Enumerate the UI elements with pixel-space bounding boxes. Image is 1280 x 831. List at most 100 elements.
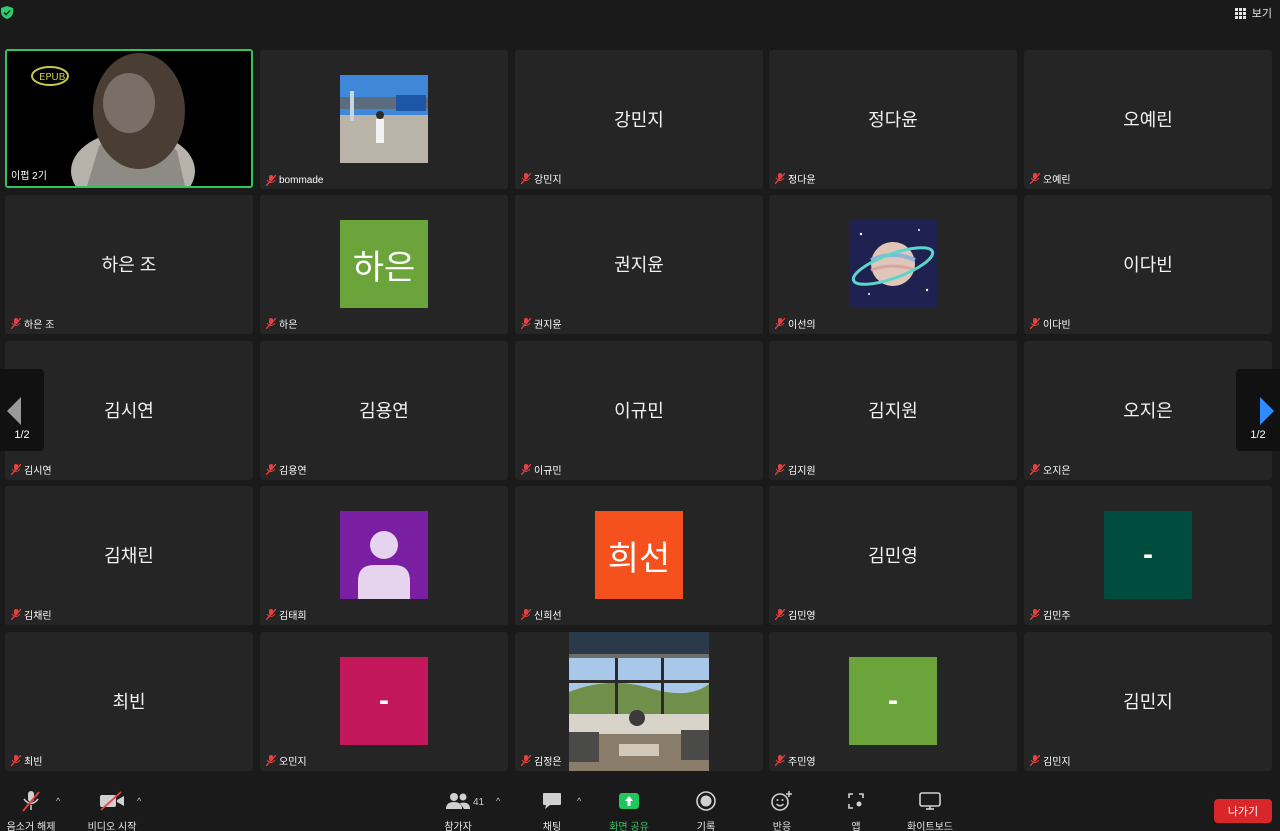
mic-muted-icon xyxy=(1030,318,1040,329)
top-bar: 보기 xyxy=(0,0,1280,44)
mic-muted-icon xyxy=(775,755,785,766)
tile-footer: 김정은 xyxy=(521,753,562,768)
participant-name: 김채린 xyxy=(24,611,52,622)
video-tile[interactable]: 김용연 김용연 xyxy=(260,341,508,480)
participant-name: 김정은 xyxy=(534,757,562,768)
video-tile[interactable]: 오지은 오지은 xyxy=(1024,341,1272,480)
initials-avatar: 희선 xyxy=(595,511,683,599)
tile-footer: 김용연 xyxy=(266,462,307,477)
video-tile[interactable]: 권지윤 권지윤 xyxy=(515,195,763,334)
video-tile[interactable]: 김채린 김채린 xyxy=(5,486,253,625)
tile-footer: 이규민 xyxy=(521,462,562,477)
tile-footer: 김민주 xyxy=(1030,607,1071,622)
record-icon xyxy=(696,791,716,811)
apps-button[interactable]: 앱 xyxy=(844,790,868,831)
tile-footer: 김태희 xyxy=(266,607,307,622)
video-tile[interactable]: 강민지 강민지 xyxy=(515,50,763,189)
participant-name: 이선의 xyxy=(788,320,816,331)
participant-name: 이규민 xyxy=(534,466,562,477)
video-tile[interactable]: 최빈 최빈 xyxy=(5,632,253,771)
video-tile[interactable]: 김태희 xyxy=(260,486,508,625)
mic-muted-icon xyxy=(22,791,40,812)
video-tile[interactable]: 김민영 김민영 xyxy=(769,486,1017,625)
record-label: 기록 xyxy=(696,822,716,831)
video-tile[interactable]: - 김민주 xyxy=(1024,486,1272,625)
video-tile[interactable]: 오예린 오예린 xyxy=(1024,50,1272,189)
participant-name: 김태희 xyxy=(279,611,307,622)
video-tile[interactable]: bommade xyxy=(260,50,508,189)
mic-muted-icon xyxy=(266,609,276,620)
mic-muted-icon xyxy=(11,464,21,475)
mic-muted-icon xyxy=(11,318,21,329)
video-tile[interactable]: 김정은 xyxy=(515,632,763,771)
participant-name: 하은 xyxy=(279,320,298,331)
tile-footer: 김시연 xyxy=(11,462,52,477)
whiteboard-icon xyxy=(919,792,941,810)
video-tile[interactable]: 하은 하은 xyxy=(260,195,508,334)
share-screen-icon xyxy=(619,793,639,809)
participant-name: 김민주 xyxy=(1043,611,1071,622)
video-options-caret-icon[interactable]: ^ xyxy=(137,796,141,806)
participant-display-name: 김채린 xyxy=(104,546,154,566)
whiteboard-button[interactable]: 화이트보드 xyxy=(904,790,956,831)
video-tile[interactable]: - 오민지 xyxy=(260,632,508,771)
participant-name: 강민지 xyxy=(534,175,562,186)
video-tile[interactable]: 하은 조 하은 조 xyxy=(5,195,253,334)
participants-count: 41 xyxy=(473,797,485,808)
video-tile[interactable]: 김지원 김지원 xyxy=(769,341,1017,480)
participant-display-name: 이규민 xyxy=(614,401,664,421)
participant-name: 오민지 xyxy=(279,757,307,768)
chat-options-caret-icon[interactable]: ^ xyxy=(577,796,581,806)
apps-icon xyxy=(848,793,864,809)
mic-muted-icon xyxy=(521,609,531,620)
participants-label: 참가자 xyxy=(444,822,472,831)
next-page-button[interactable]: 1/2 xyxy=(1236,369,1280,451)
participant-display-name: 오예린 xyxy=(1123,110,1173,130)
audio-options-caret-icon[interactable]: ^ xyxy=(56,796,60,806)
participant-name: 최빈 xyxy=(24,757,43,768)
arrow-left-icon xyxy=(7,397,21,425)
mic-muted-icon xyxy=(1030,464,1040,475)
grid-icon xyxy=(1234,7,1246,19)
previous-page-button[interactable]: 1/2 xyxy=(0,369,44,451)
mic-muted-icon xyxy=(775,173,785,184)
mic-muted-icon xyxy=(775,318,785,329)
view-button[interactable]: 보기 xyxy=(1234,4,1272,22)
participants-options-caret-icon[interactable]: ^ xyxy=(496,796,500,806)
participant-display-name: 권지윤 xyxy=(614,255,664,275)
leave-meeting-button[interactable]: 나가기 xyxy=(1214,799,1272,823)
profile-photo xyxy=(340,75,428,163)
video-tile[interactable]: 이다빈 이다빈 xyxy=(1024,195,1272,334)
record-button[interactable]: 기록 xyxy=(694,790,718,831)
share-screen-label: 화면 공유 xyxy=(609,822,649,831)
participant-name: 정다윤 xyxy=(788,175,816,186)
participant-name: 김민지 xyxy=(1043,757,1071,768)
page-indicator: 1/2 xyxy=(14,429,30,441)
tile-footer: 김민영 xyxy=(775,607,816,622)
mic-muted-icon xyxy=(521,464,531,475)
unmute-button[interactable]: 음소거 해제 xyxy=(6,790,56,831)
share-screen-button[interactable]: 화면 공유 xyxy=(606,790,652,831)
tile-footer: 김채린 xyxy=(11,607,52,622)
video-tile[interactable]: - 주민영 xyxy=(769,632,1017,771)
start-video-button[interactable]: 비디오 시작 xyxy=(86,790,138,831)
shield-check-icon[interactable] xyxy=(1,6,13,19)
tile-footer: 정다윤 xyxy=(775,171,816,186)
participants-button[interactable]: 참가자 xyxy=(442,790,474,831)
whiteboard-label: 화이트보드 xyxy=(907,822,953,831)
video-tile[interactable]: 이선의 xyxy=(769,195,1017,334)
participant-display-name: 최빈 xyxy=(112,692,146,712)
participant-display-name: 김민영 xyxy=(868,546,918,566)
video-tile[interactable]: 정다윤 정다윤 xyxy=(769,50,1017,189)
video-tile[interactable]: 이규민 이규민 xyxy=(515,341,763,480)
participant-display-name: 김민지 xyxy=(1123,692,1173,712)
reactions-button[interactable]: 반응 xyxy=(770,790,794,831)
chat-button[interactable]: 채팅 xyxy=(540,790,564,831)
video-tile-self[interactable]: EPUB 이펍 2기 xyxy=(5,49,253,188)
tile-footer: bommade xyxy=(266,175,323,186)
video-tile[interactable]: 희선 신희선 xyxy=(515,486,763,625)
mic-muted-icon xyxy=(521,755,531,766)
unmute-label: 음소거 해제 xyxy=(6,822,56,831)
video-tile[interactable]: 김민지 김민지 xyxy=(1024,632,1272,771)
meeting-toolbar: 음소거 해제 ^ 비디오 시작 ^ 참가자 41 ^ 채팅 ^ 화면 공유 기록… xyxy=(0,786,1280,831)
